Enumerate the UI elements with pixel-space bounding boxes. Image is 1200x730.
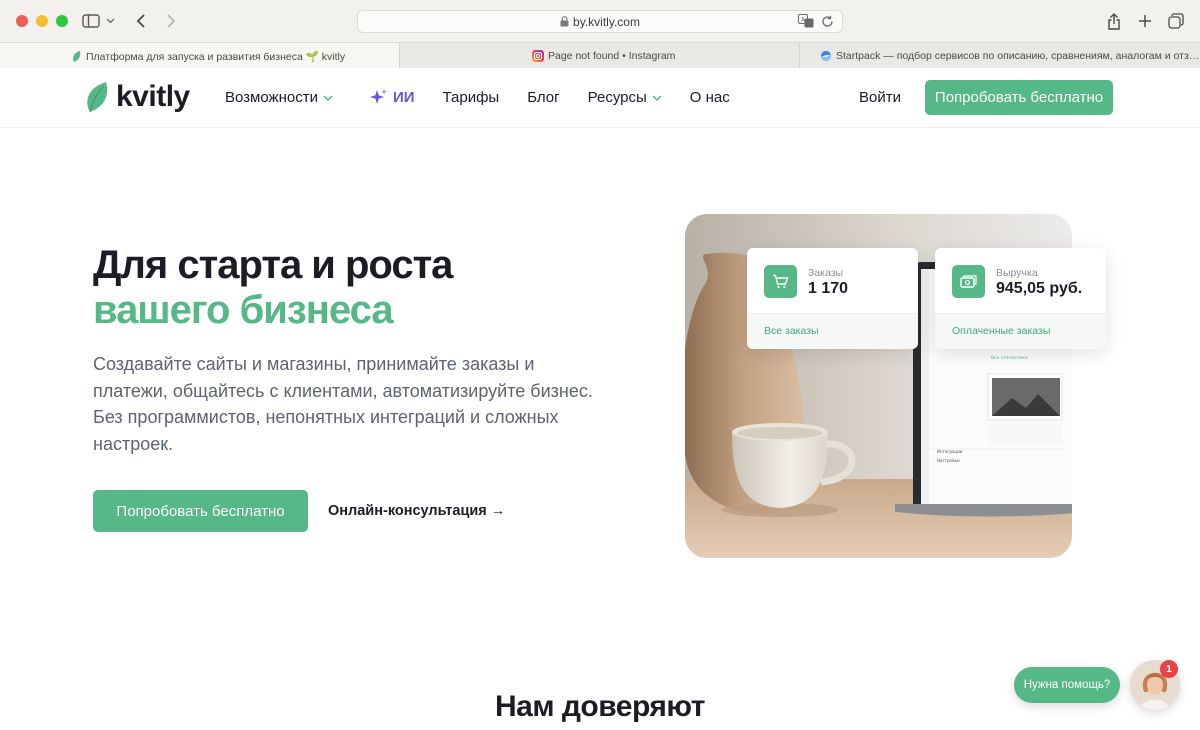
- hero-title-line1: Для старта и роста: [93, 243, 453, 287]
- tab-startpack[interactable]: Startpack — подбор сервисов по описанию,…: [800, 43, 1200, 69]
- cart-icon: [764, 265, 797, 298]
- nav-ai[interactable]: ИИ: [369, 88, 415, 107]
- nav-pricing[interactable]: Тарифы: [443, 89, 500, 106]
- startpack-icon: [820, 50, 832, 62]
- hero-description: Создавайте сайты и магазины, принимайте …: [93, 354, 593, 454]
- tab-kvitly[interactable]: Платформа для запуска и развития бизнеса…: [0, 43, 400, 69]
- leaf-icon: [72, 50, 84, 62]
- hero-title-accent: вашего бизнеса: [93, 288, 394, 332]
- nav-about[interactable]: О нас: [690, 89, 730, 106]
- main-nav: Возможности ИИ Тарифы Блог Ресурсы О нас: [225, 88, 730, 107]
- tab-instagram[interactable]: Page not found • Instagram: [400, 43, 800, 69]
- address-bar[interactable]: by.kvitly.com A: [357, 10, 843, 33]
- window-controls: [16, 15, 68, 27]
- all-orders-link[interactable]: Все заказы: [764, 325, 819, 337]
- svg-text:Все статистики: Все статистики: [991, 355, 1028, 361]
- browser-chrome: by.kvitly.com A Платформа для запуска и …: [0, 0, 1200, 69]
- zoom-window-button[interactable]: [56, 15, 68, 27]
- revenue-label: Выручка: [996, 267, 1038, 279]
- chevron-down-icon: [652, 94, 662, 101]
- logo[interactable]: kvitly: [86, 80, 190, 114]
- help-chat-bubble[interactable]: Нужна помощь?: [1014, 667, 1120, 703]
- url-text: by.kvitly.com: [358, 15, 842, 29]
- forward-icon[interactable]: [160, 10, 182, 32]
- tab-overview-icon[interactable]: [1165, 10, 1187, 32]
- hero-title: Для старта и роста вашего бизнеса: [93, 243, 453, 333]
- revenue-stat-card[interactable]: Выручка 945,05 руб. Оплаченные заказы: [935, 248, 1106, 349]
- login-link[interactable]: Войти: [859, 89, 901, 106]
- sparkle-icon: [369, 89, 387, 104]
- site-header: kvitly Возможности ИИ Тарифы Блог Ресурс…: [0, 68, 1200, 128]
- header-try-free-button[interactable]: Попробовать бесплатно: [925, 80, 1113, 115]
- svg-text:Настройки: Настройки: [937, 458, 960, 463]
- new-tab-icon[interactable]: [1134, 10, 1156, 32]
- orders-stat-card[interactable]: Заказы 1 170 Все заказы: [747, 248, 918, 349]
- share-icon[interactable]: [1103, 10, 1125, 32]
- instagram-icon: [532, 50, 544, 62]
- chevron-down-icon: [323, 94, 333, 101]
- browser-toolbar: by.kvitly.com A: [0, 0, 1200, 42]
- reload-icon[interactable]: [821, 15, 834, 33]
- paid-orders-link[interactable]: Оплаченные заказы: [952, 325, 1050, 337]
- orders-value: 1 170: [808, 280, 849, 297]
- revenue-card-footer: Оплаченные заказы: [935, 313, 1106, 349]
- chevron-down-icon[interactable]: [102, 10, 118, 32]
- online-consultation-link[interactable]: Онлайн-консультация →: [328, 503, 505, 519]
- hero-try-free-button[interactable]: Попробовать бесплатно: [93, 490, 308, 532]
- orders-label: Заказы: [808, 267, 844, 279]
- lock-icon: [560, 16, 569, 27]
- nav-blog[interactable]: Блог: [527, 89, 559, 106]
- money-icon: [952, 265, 985, 298]
- leaf-logo-icon: [87, 82, 108, 113]
- minimize-window-button[interactable]: [36, 15, 48, 27]
- svg-text:Интеграции: Интеграции: [937, 449, 963, 454]
- sidebar-icon[interactable]: [80, 10, 102, 32]
- notification-badge: 1: [1160, 660, 1178, 678]
- translate-icon[interactable]: A: [798, 14, 814, 33]
- nav-resources[interactable]: Ресурсы: [588, 89, 662, 106]
- tab-bar: Платформа для запуска и развития бизнеса…: [0, 42, 1200, 69]
- revenue-value: 945,05 руб.: [996, 280, 1083, 297]
- close-window-button[interactable]: [16, 15, 28, 27]
- back-icon[interactable]: [130, 10, 152, 32]
- orders-card-footer: Все заказы: [747, 313, 918, 349]
- nav-features[interactable]: Возможности: [225, 89, 333, 106]
